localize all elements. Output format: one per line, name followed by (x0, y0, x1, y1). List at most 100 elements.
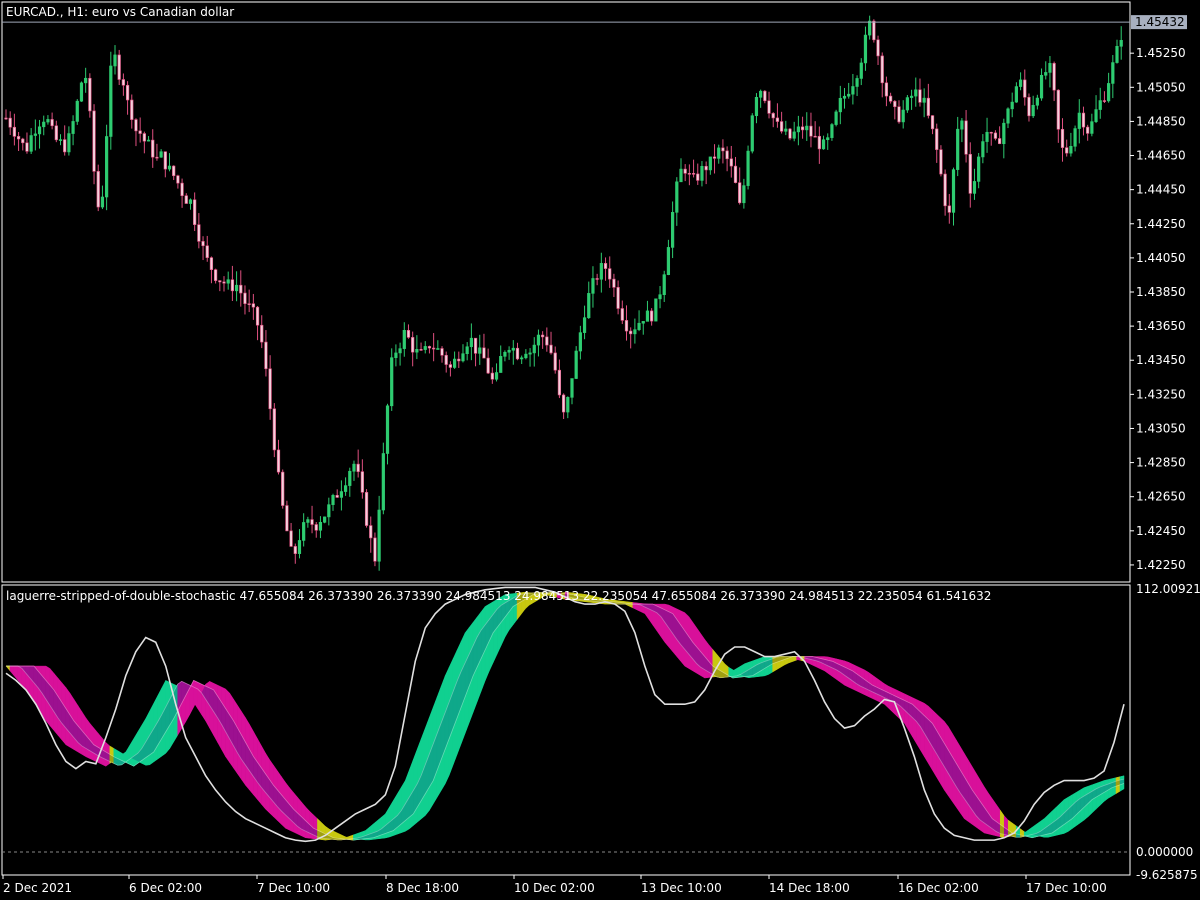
candle-body (209, 257, 214, 270)
candle-body (687, 173, 691, 175)
candle-body (432, 347, 436, 350)
price-axis-label: 1.42450 (1136, 524, 1186, 538)
candle-body (834, 111, 838, 125)
candle-body (901, 109, 905, 123)
candle-body (323, 516, 327, 523)
candle-body (608, 268, 612, 280)
candle-body (549, 344, 553, 354)
candle-body (75, 100, 79, 122)
candle-body (272, 408, 276, 451)
candle-body (163, 151, 167, 170)
candle-body (935, 128, 939, 150)
price-axis-label: 1.44850 (1136, 114, 1186, 128)
candle-body (1002, 122, 1006, 145)
candle-body (599, 263, 603, 280)
candle-body (490, 372, 494, 380)
candle-body (922, 97, 926, 103)
candle-body (633, 329, 637, 335)
candle-body (96, 171, 100, 208)
candle-body (998, 138, 1002, 145)
candle-body (63, 139, 67, 153)
candle-body (1044, 72, 1048, 76)
candle-body (197, 224, 201, 242)
candle-body (84, 77, 88, 84)
candle-body (1031, 104, 1035, 117)
candle-body (16, 136, 21, 140)
candle-body (817, 135, 821, 150)
candle-body (524, 353, 528, 359)
time-axis-label: 6 Dec 02:00 (129, 881, 202, 895)
candle-body (675, 181, 679, 213)
candle-body (582, 317, 587, 333)
candle-body (859, 62, 863, 79)
candle-body (683, 168, 687, 174)
candle-body (251, 303, 255, 308)
candle-body (700, 165, 704, 181)
candle-body (717, 147, 721, 159)
candle-body (239, 284, 243, 294)
candle-body (897, 106, 901, 123)
candle-body (813, 135, 817, 138)
candle-body (775, 117, 780, 122)
candle-body (373, 537, 377, 562)
candle-body (130, 99, 134, 120)
candle-body (541, 334, 545, 338)
candle-body (188, 199, 193, 204)
candle-body (767, 100, 771, 114)
candle-body (914, 89, 918, 97)
candle-body (1073, 128, 1077, 147)
candle-body (268, 368, 272, 410)
candle-body (750, 115, 754, 152)
candle-body (167, 165, 172, 170)
candle-body (415, 349, 419, 353)
candle-body (293, 546, 297, 554)
candle-body (587, 293, 591, 319)
candle-body (1102, 100, 1107, 102)
candle-body (335, 495, 339, 498)
candle-body (943, 173, 947, 207)
candle-body (515, 347, 520, 360)
candle-body (234, 284, 239, 292)
candle-body (172, 165, 176, 177)
price-axis-label: 1.45050 (1136, 80, 1186, 94)
candle-body (612, 278, 616, 288)
candle-body (436, 348, 440, 350)
candle-body (1006, 108, 1010, 124)
candle-body (712, 156, 717, 159)
candle-body (629, 330, 633, 335)
candle-body (679, 168, 683, 183)
candle-body (1023, 79, 1027, 98)
candle-body (1010, 101, 1014, 110)
candle-body (364, 492, 369, 526)
time-axis-label: 17 Dec 10:00 (1026, 881, 1107, 895)
price-axis-label: 1.43650 (1136, 319, 1186, 333)
candle-body (138, 130, 142, 134)
candle-body (557, 369, 562, 396)
candle-body (847, 93, 851, 97)
candle-body (79, 82, 84, 102)
candle-body (746, 150, 750, 186)
candle-body (520, 357, 524, 360)
candle-body (4, 117, 8, 120)
candle-body (545, 336, 549, 346)
candle-body (478, 347, 482, 354)
candle-body (423, 346, 427, 350)
price-axis-label: 1.43450 (1136, 353, 1186, 367)
candle-body (947, 205, 951, 213)
candle-body (381, 453, 385, 511)
candle-body (1119, 40, 1123, 47)
background (0, 0, 1200, 900)
candle-body (637, 322, 641, 330)
candle-body (42, 121, 46, 128)
candle-body (339, 491, 344, 498)
candle-body (180, 182, 184, 197)
candle-body (50, 119, 54, 127)
price-axis-label: 1.44450 (1136, 183, 1186, 197)
candle-body (113, 54, 117, 67)
candle-body (482, 347, 486, 359)
candle-body (8, 117, 12, 128)
candle-body (989, 131, 993, 134)
candle-body (926, 97, 930, 116)
candle-body (1065, 147, 1069, 154)
candle-body (838, 97, 842, 113)
